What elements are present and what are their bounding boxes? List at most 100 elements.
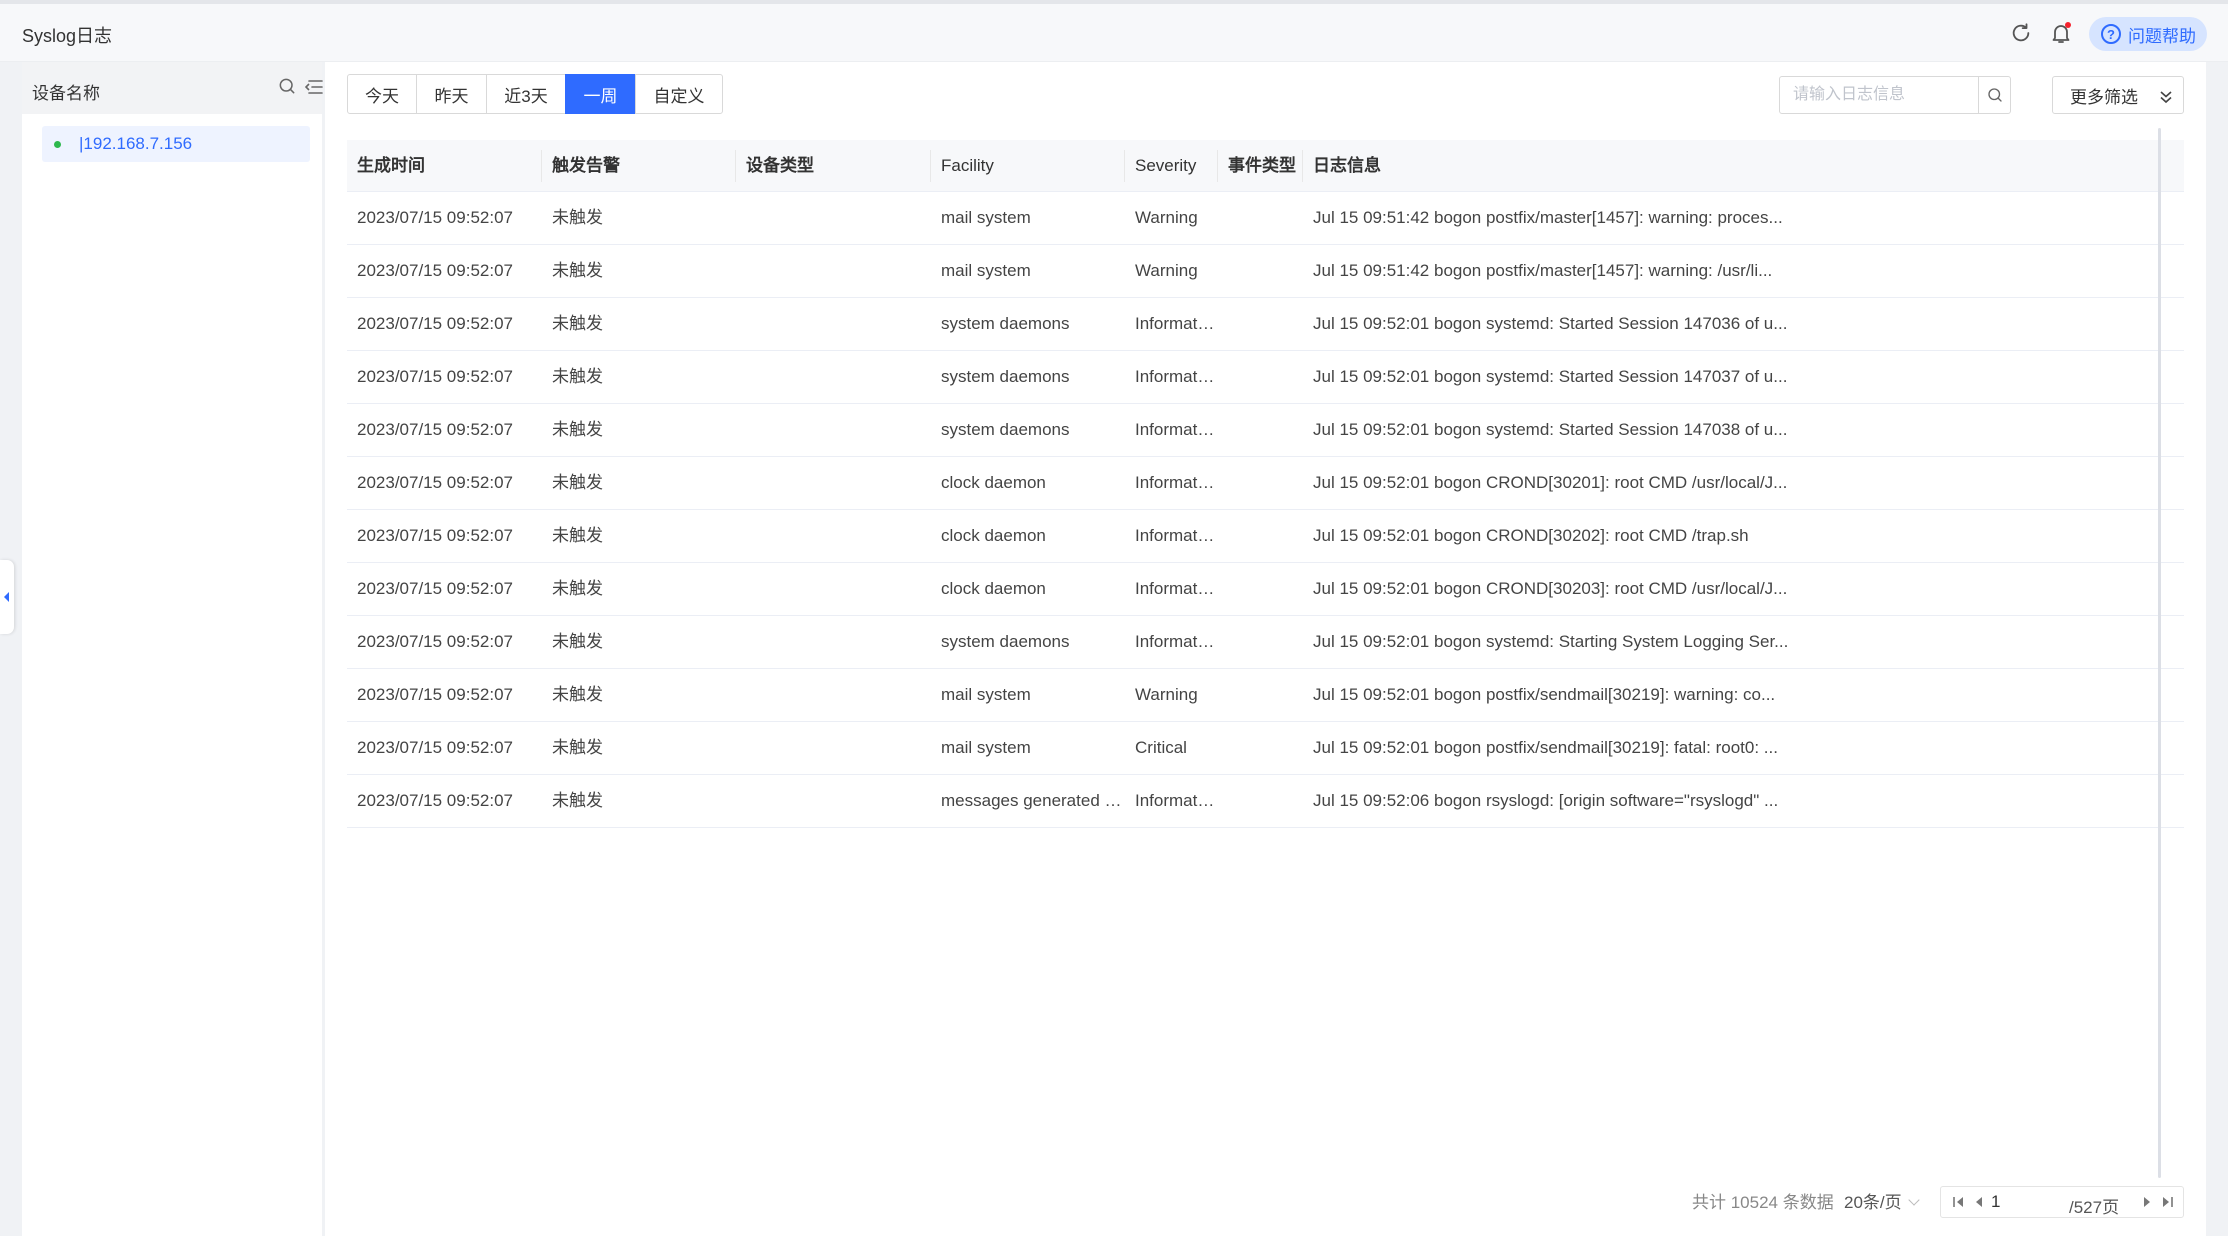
table-row[interactable]: 2023/07/15 09:52:07未触发system daemonsInfo…: [347, 828, 2184, 832]
cell-device-type: [736, 351, 931, 403]
table-row[interactable]: 2023/07/15 09:52:07 未触发 mail system Critica…: [347, 722, 2184, 775]
sidebar-title: 设备名称: [32, 84, 100, 103]
table-scrollbar[interactable]: [2158, 128, 2161, 1178]
tab-week[interactable]: 一周: [565, 74, 636, 114]
cell-event-type: [1218, 828, 1303, 832]
cell-event-type: [1218, 722, 1303, 774]
cell-device-type: [736, 722, 931, 774]
cell-event-type: [1218, 775, 1303, 827]
cell-time: 2023/07/15 09:52:07: [357, 314, 513, 333]
cell-severity: Informational: [1135, 473, 1218, 492]
cell-log-message: Jul 15 09:52:01 bogon postfix/sendmail[3…: [1313, 738, 1778, 757]
cell-alarm: 未触发: [552, 579, 603, 598]
cell-log-message: Jul 15 09:52:06 bogon rsyslogd: [origin …: [1313, 791, 1779, 810]
last-page-icon[interactable]: [2159, 1194, 2175, 1210]
table-row[interactable]: 2023/07/15 09:52:07 未触发 messages generated…: [347, 775, 2184, 828]
cell-facility: clock daemon: [941, 526, 1046, 545]
cell-severity: Informational: [1135, 579, 1218, 598]
cell-severity: Warning: [1135, 685, 1198, 704]
sidebar-toggle-handle[interactable]: [0, 560, 14, 634]
page-size-select[interactable]: 20条/页: [1844, 1188, 1920, 1213]
next-page-icon[interactable]: [2139, 1194, 2155, 1210]
tab-custom[interactable]: 自定义: [635, 74, 723, 114]
cell-log-message: Jul 15 09:52:01 bogon systemd: Starting …: [1313, 632, 1789, 651]
cell-device-type: [736, 669, 931, 721]
cell-device-type: [736, 457, 931, 509]
cell-event-type: [1218, 457, 1303, 509]
time-range-tabs: 今天 昨天 近3天 一周 自定义: [347, 74, 723, 114]
main-panel: 今天 昨天 近3天 一周 自定义 更多筛选 生成时间 触发告警 设备类型 Fac…: [325, 62, 2206, 1236]
cell-time: 2023/07/15 09:52:07: [357, 632, 513, 651]
table-header: 生成时间 触发告警 设备类型 Facility Severity 事件类型 日志…: [347, 140, 2184, 192]
table-row[interactable]: 2023/07/15 09:52:07未触发system daemonsInfo…: [347, 616, 2184, 669]
cell-time: 2023/07/15 09:52:07: [357, 208, 513, 227]
cell-alarm: 未触发: [552, 791, 603, 810]
current-page-input[interactable]: [1991, 1189, 2055, 1215]
cell-time: 2023/07/15 09:52:07: [357, 420, 513, 439]
cell-log-message: Jul 15 09:51:42 bogon postfix/master[145…: [1313, 208, 1783, 227]
cell-event-type: [1218, 669, 1303, 721]
page-title: Syslog日志: [22, 26, 113, 46]
table-row[interactable]: 2023/07/15 09:52:07未触发system daemonsInfo…: [347, 404, 2184, 457]
log-search-input[interactable]: [1780, 77, 1978, 113]
cell-facility: messages generated internally b...: [941, 791, 1125, 810]
col-header-alarm: 触发告警: [542, 140, 736, 192]
cell-time: 2023/07/15 09:52:07: [357, 791, 513, 810]
cell-facility: mail system: [941, 738, 1031, 757]
total-count: 共计 10524 条数据: [1692, 1193, 1834, 1212]
table-row[interactable]: 2023/07/15 09:52:07未触发system daemonsInfo…: [347, 298, 2184, 351]
tab-last-3-days[interactable]: 近3天: [486, 74, 566, 114]
help-button[interactable]: ? 问题帮助: [2089, 17, 2207, 51]
cell-alarm: 未触发: [552, 261, 603, 280]
cell-alarm: 未触发: [552, 685, 603, 704]
prev-page-icon[interactable]: [1971, 1194, 1987, 1210]
search-icon[interactable]: [277, 76, 301, 100]
cell-event-type: [1218, 245, 1303, 297]
table-row[interactable]: 2023/07/15 09:52:07 未触发 clock daemon Inform…: [347, 457, 2184, 510]
first-page-icon[interactable]: [1951, 1194, 1967, 1210]
cell-facility: system daemons: [941, 420, 1070, 439]
cell-time: 2023/07/15 09:52:07: [347, 828, 542, 832]
more-filter-button[interactable]: 更多筛选: [2052, 76, 2184, 114]
cell-log-message: Jul 15 09:52:01 bogon postfix/sendmail[3…: [1313, 685, 1776, 704]
cell-log-message: Jul 15 09:52:01 bogon CROND[30201]: root…: [1313, 473, 1788, 492]
cell-log-message: Jul 15 09:52:06 bogon systemd: Started S…: [1303, 828, 2178, 832]
col-header-facility: Facility: [931, 140, 1125, 192]
tab-yesterday[interactable]: 昨天: [416, 74, 487, 114]
cell-severity: Informational: [1125, 828, 1218, 832]
table-row[interactable]: 2023/07/15 09:52:07 未触发 mail system Warning…: [347, 245, 2184, 298]
table-row[interactable]: 2023/07/15 09:52:07 未触发 clock daemon Inform…: [347, 510, 2184, 563]
table-row[interactable]: 2023/07/15 09:52:07 未触发 clock daemon Inform…: [347, 563, 2184, 616]
online-status-dot: [54, 141, 61, 148]
caret-left-icon: [4, 592, 9, 602]
cell-facility: mail system: [941, 261, 1031, 280]
search-button[interactable]: [1978, 77, 2011, 113]
cell-log-message: Jul 15 09:52:01 bogon systemd: Started S…: [1313, 420, 1788, 439]
sidebar-header: 设备名称: [22, 62, 323, 114]
sidebar-item-device[interactable]: |192.168.7.156: [42, 126, 310, 162]
cell-facility: system daemons: [941, 367, 1070, 386]
cell-alarm: 未触发: [552, 738, 603, 757]
cell-severity: Informational: [1135, 791, 1218, 810]
col-header-event-type: 事件类型: [1218, 140, 1303, 192]
table-row[interactable]: 2023/07/15 09:52:07未触发system daemonsInfo…: [347, 351, 2184, 404]
cell-device-type: [736, 616, 931, 668]
cell-alarm: 未触发: [552, 314, 603, 333]
cell-log-message: Jul 15 09:51:42 bogon postfix/master[145…: [1313, 261, 1773, 280]
cell-facility: system daemons: [941, 632, 1070, 651]
table-body: 2023/07/15 09:52:07 未触发 mail system Warning…: [347, 192, 2184, 832]
refresh-icon[interactable]: [2006, 18, 2036, 48]
table-row[interactable]: 2023/07/15 09:52:07 未触发 mail system Warning…: [347, 669, 2184, 722]
cell-severity: Informational: [1135, 632, 1218, 651]
cell-time: 2023/07/15 09:52:07: [357, 685, 513, 704]
cell-alarm: 未触发: [542, 828, 736, 832]
tab-today[interactable]: 今天: [347, 74, 417, 114]
table-row[interactable]: 2023/07/15 09:52:07 未触发 mail system Warning…: [347, 192, 2184, 245]
notification-bell-icon[interactable]: [2046, 18, 2076, 48]
cell-severity: Informational: [1135, 526, 1218, 545]
cell-time: 2023/07/15 09:52:07: [357, 261, 513, 280]
cell-time: 2023/07/15 09:52:07: [357, 579, 513, 598]
collapse-sidebar-icon[interactable]: [304, 76, 323, 100]
cell-severity: Informational: [1135, 314, 1218, 333]
cell-event-type: [1218, 192, 1303, 244]
